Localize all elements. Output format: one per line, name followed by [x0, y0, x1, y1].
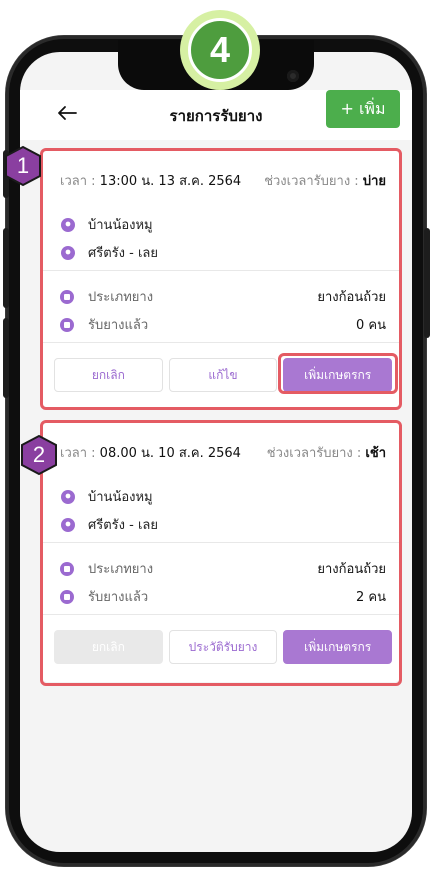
callout-badge: 1	[2, 145, 44, 187]
phone-volume-down-button	[3, 318, 9, 398]
step-number-badge: 4	[180, 10, 260, 90]
callout-badge: 2	[18, 434, 60, 476]
camera-icon	[287, 70, 299, 82]
step-number: 4	[188, 18, 252, 82]
callout-number: 2	[32, 442, 46, 467]
phone-power-button	[424, 228, 430, 338]
add-farmer-highlight	[278, 353, 398, 394]
app-header: รายการรับยาง + เพิ่ม	[20, 90, 412, 140]
phone-volume-up-button	[3, 228, 9, 308]
card-highlight	[40, 420, 402, 686]
add-button[interactable]: + เพิ่ม	[326, 90, 400, 128]
callout-number: 1	[16, 153, 30, 178]
